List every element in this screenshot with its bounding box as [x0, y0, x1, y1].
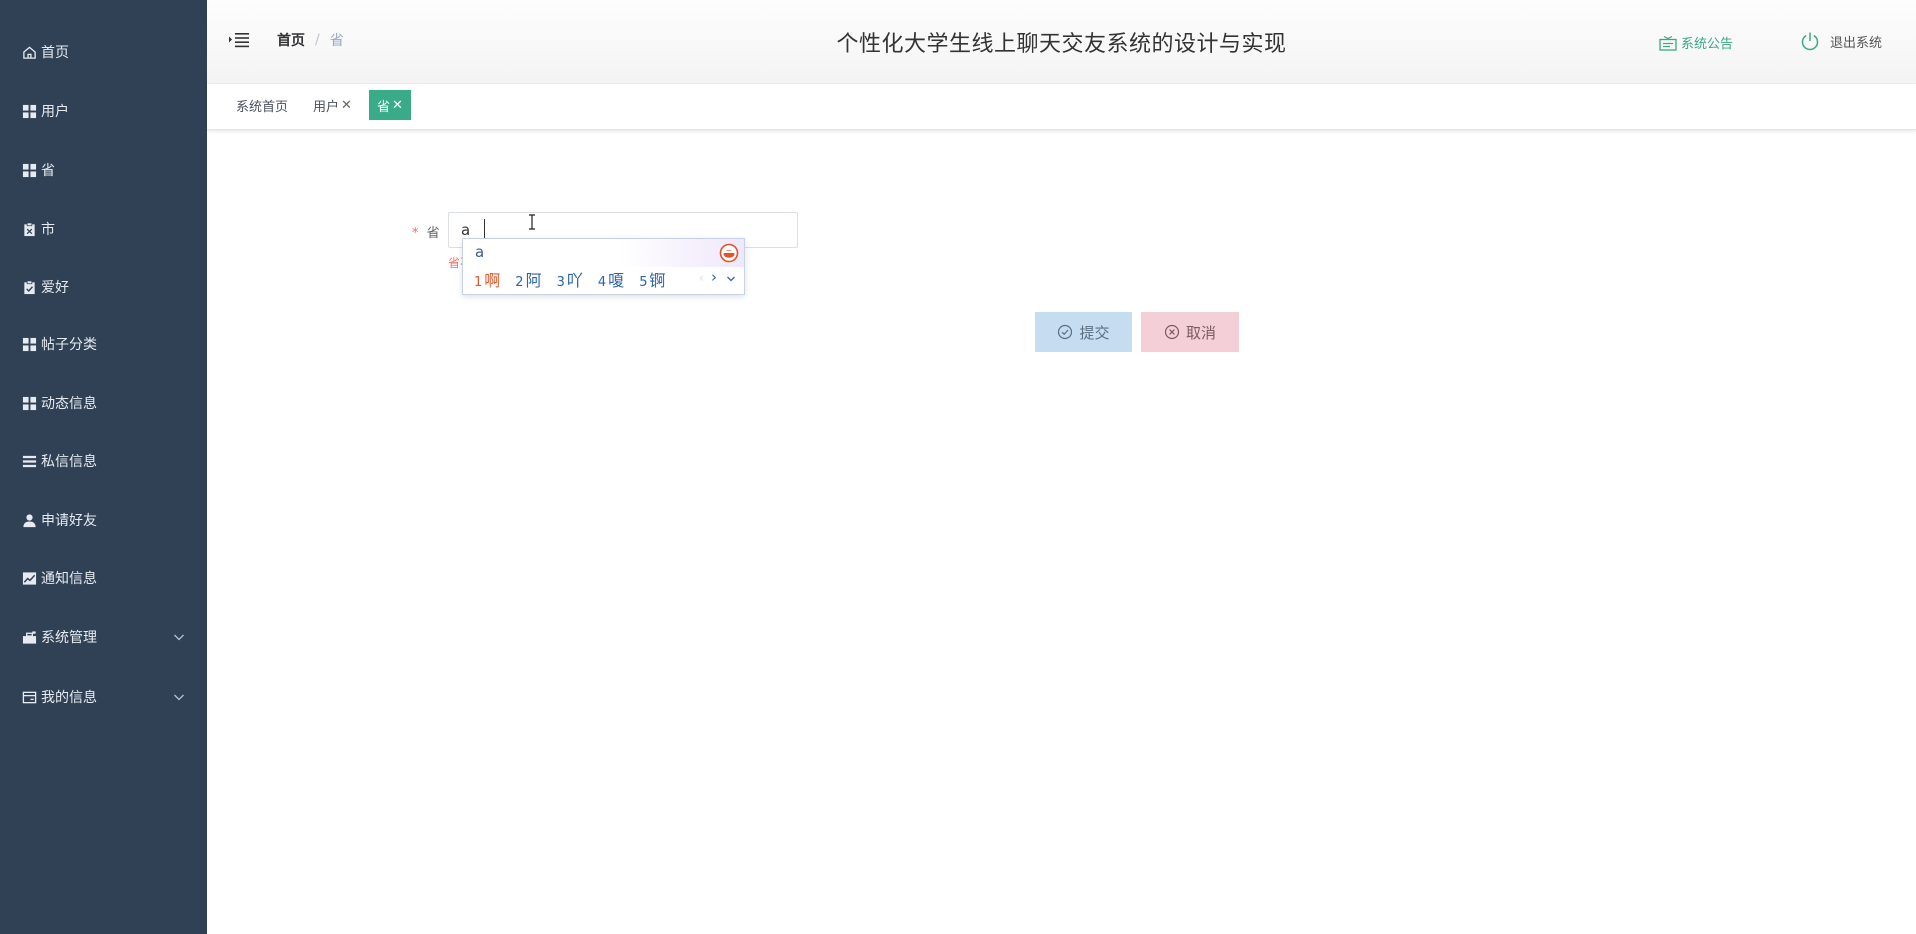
sidebar-item-label: 帖子分类 [41, 337, 97, 353]
chevron-down-icon[interactable] [173, 691, 185, 703]
province-label-text: 省 [426, 226, 440, 241]
ime-candidate-list: 1啊 2阿 3吖 4嗄 5锕 [474, 267, 680, 291]
sidebar-item-label: 申请好友 [41, 513, 97, 529]
sidebar-item-my-info[interactable]: 我的信息 [0, 675, 207, 719]
chevron-down-icon[interactable] [726, 274, 736, 284]
check-clipboard-icon [21, 279, 37, 295]
power-icon [1800, 31, 1830, 51]
system-notice-button[interactable]: 系统公告 [1659, 33, 1733, 52]
grid-icon [21, 336, 37, 352]
sidebar-item-friend-requests[interactable]: 申请好友 [0, 498, 207, 542]
sidebar-item-label: 动态信息 [41, 396, 97, 412]
ime-candidate[interactable]: 3吖 [557, 267, 583, 291]
sidebar-item-notifications[interactable]: 通知信息 [0, 556, 207, 600]
user-icon [21, 512, 37, 528]
sidebar-item-label: 爱好 [41, 280, 69, 296]
close-circle-icon [1164, 324, 1186, 340]
sidebar-item-label: 私信信息 [41, 454, 97, 470]
sidebar-item-label: 市 [41, 222, 55, 238]
ibeam-cursor-icon [527, 214, 537, 230]
logout-label: 退出系统 [1830, 35, 1883, 51]
check-circle-icon [1057, 324, 1079, 340]
sidebar-item-hobby[interactable]: 爱好 [0, 265, 207, 309]
home-icon [21, 44, 37, 60]
close-icon[interactable]: ✕ [392, 98, 403, 113]
sidebar-item-home[interactable]: 首页 [0, 30, 207, 74]
logout-button[interactable]: 退出系统 [1800, 31, 1882, 51]
sidebar-item-users[interactable]: 用户 [0, 89, 207, 133]
tag-label: 省 [377, 99, 391, 115]
ime-candidate[interactable]: 5锕 [639, 267, 665, 291]
submit-label: 提交 [1079, 323, 1110, 342]
grid-icon [21, 162, 37, 178]
province-field-label: * 省 [412, 222, 440, 241]
grid-icon [21, 103, 37, 119]
ime-composition-text: a [475, 243, 485, 261]
close-icon[interactable]: ✕ [341, 98, 352, 113]
top-header: 首页 / 省 个性化大学生线上聊天交友系统的设计与实现 系统公告 退出系统 [207, 0, 1916, 84]
ime-next-page-icon[interactable]: › [711, 268, 717, 286]
ime-candidate-window: a 1啊 2阿 3吖 4嗄 5锕 ‹ › [462, 238, 745, 295]
text-caret [484, 219, 485, 239]
sidebar-item-private-messages[interactable]: 私信信息 [0, 439, 207, 483]
sidebar-item-city[interactable]: 市 [0, 207, 207, 251]
tag-system-home[interactable]: 系统首页 [230, 90, 294, 120]
submit-button[interactable]: 提交 [1035, 312, 1132, 352]
sidebar-item-label: 通知信息 [41, 571, 97, 587]
sidebar: 首页 用户 省 市 爱好 帖子分类 动态信息 私信信息 申请好友 通知信息 系统… [0, 0, 207, 934]
cancel-label: 取消 [1185, 323, 1216, 342]
sidebar-item-label: 用户 [41, 104, 69, 120]
sidebar-item-post-category[interactable]: 帖子分类 [0, 322, 207, 366]
chart-icon [21, 570, 37, 586]
sidebar-item-label: 系统管理 [41, 630, 97, 646]
ime-composition-bar: a [463, 239, 744, 267]
sidebar-item-label: 省 [41, 163, 55, 179]
tags-view: 系统首页 用户 ✕ 省 ✕ [207, 84, 1916, 130]
notice-icon [1659, 35, 1681, 51]
ime-candidate[interactable]: 1啊 [474, 267, 500, 291]
tag-province[interactable]: 省 ✕ [369, 90, 411, 120]
sidebar-item-label: 我的信息 [41, 690, 97, 706]
ime-prev-page-icon[interactable]: ‹ [699, 271, 704, 285]
tag-users[interactable]: 用户 ✕ [307, 90, 358, 120]
ime-logo-icon[interactable] [719, 243, 739, 263]
ime-candidate[interactable]: 4嗄 [598, 267, 624, 291]
sidebar-item-province[interactable]: 省 [0, 148, 207, 192]
required-mark: * [412, 226, 419, 241]
chevron-down-icon[interactable] [173, 631, 185, 643]
clipboard-icon [21, 221, 37, 237]
tag-label: 系统首页 [236, 99, 289, 115]
list-icon [21, 453, 37, 469]
sidebar-item-label: 首页 [41, 45, 69, 61]
system-notice-label: 系统公告 [1681, 37, 1734, 52]
toolbox-icon [21, 629, 37, 645]
grid-icon [21, 395, 37, 411]
sidebar-item-dynamics[interactable]: 动态信息 [0, 381, 207, 425]
cancel-button[interactable]: 取消 [1141, 312, 1239, 352]
sidebar-item-system-management[interactable]: 系统管理 [0, 615, 207, 659]
ime-candidate[interactable]: 2阿 [515, 267, 541, 291]
card-icon [21, 689, 37, 705]
tag-label: 用户 [313, 99, 340, 115]
